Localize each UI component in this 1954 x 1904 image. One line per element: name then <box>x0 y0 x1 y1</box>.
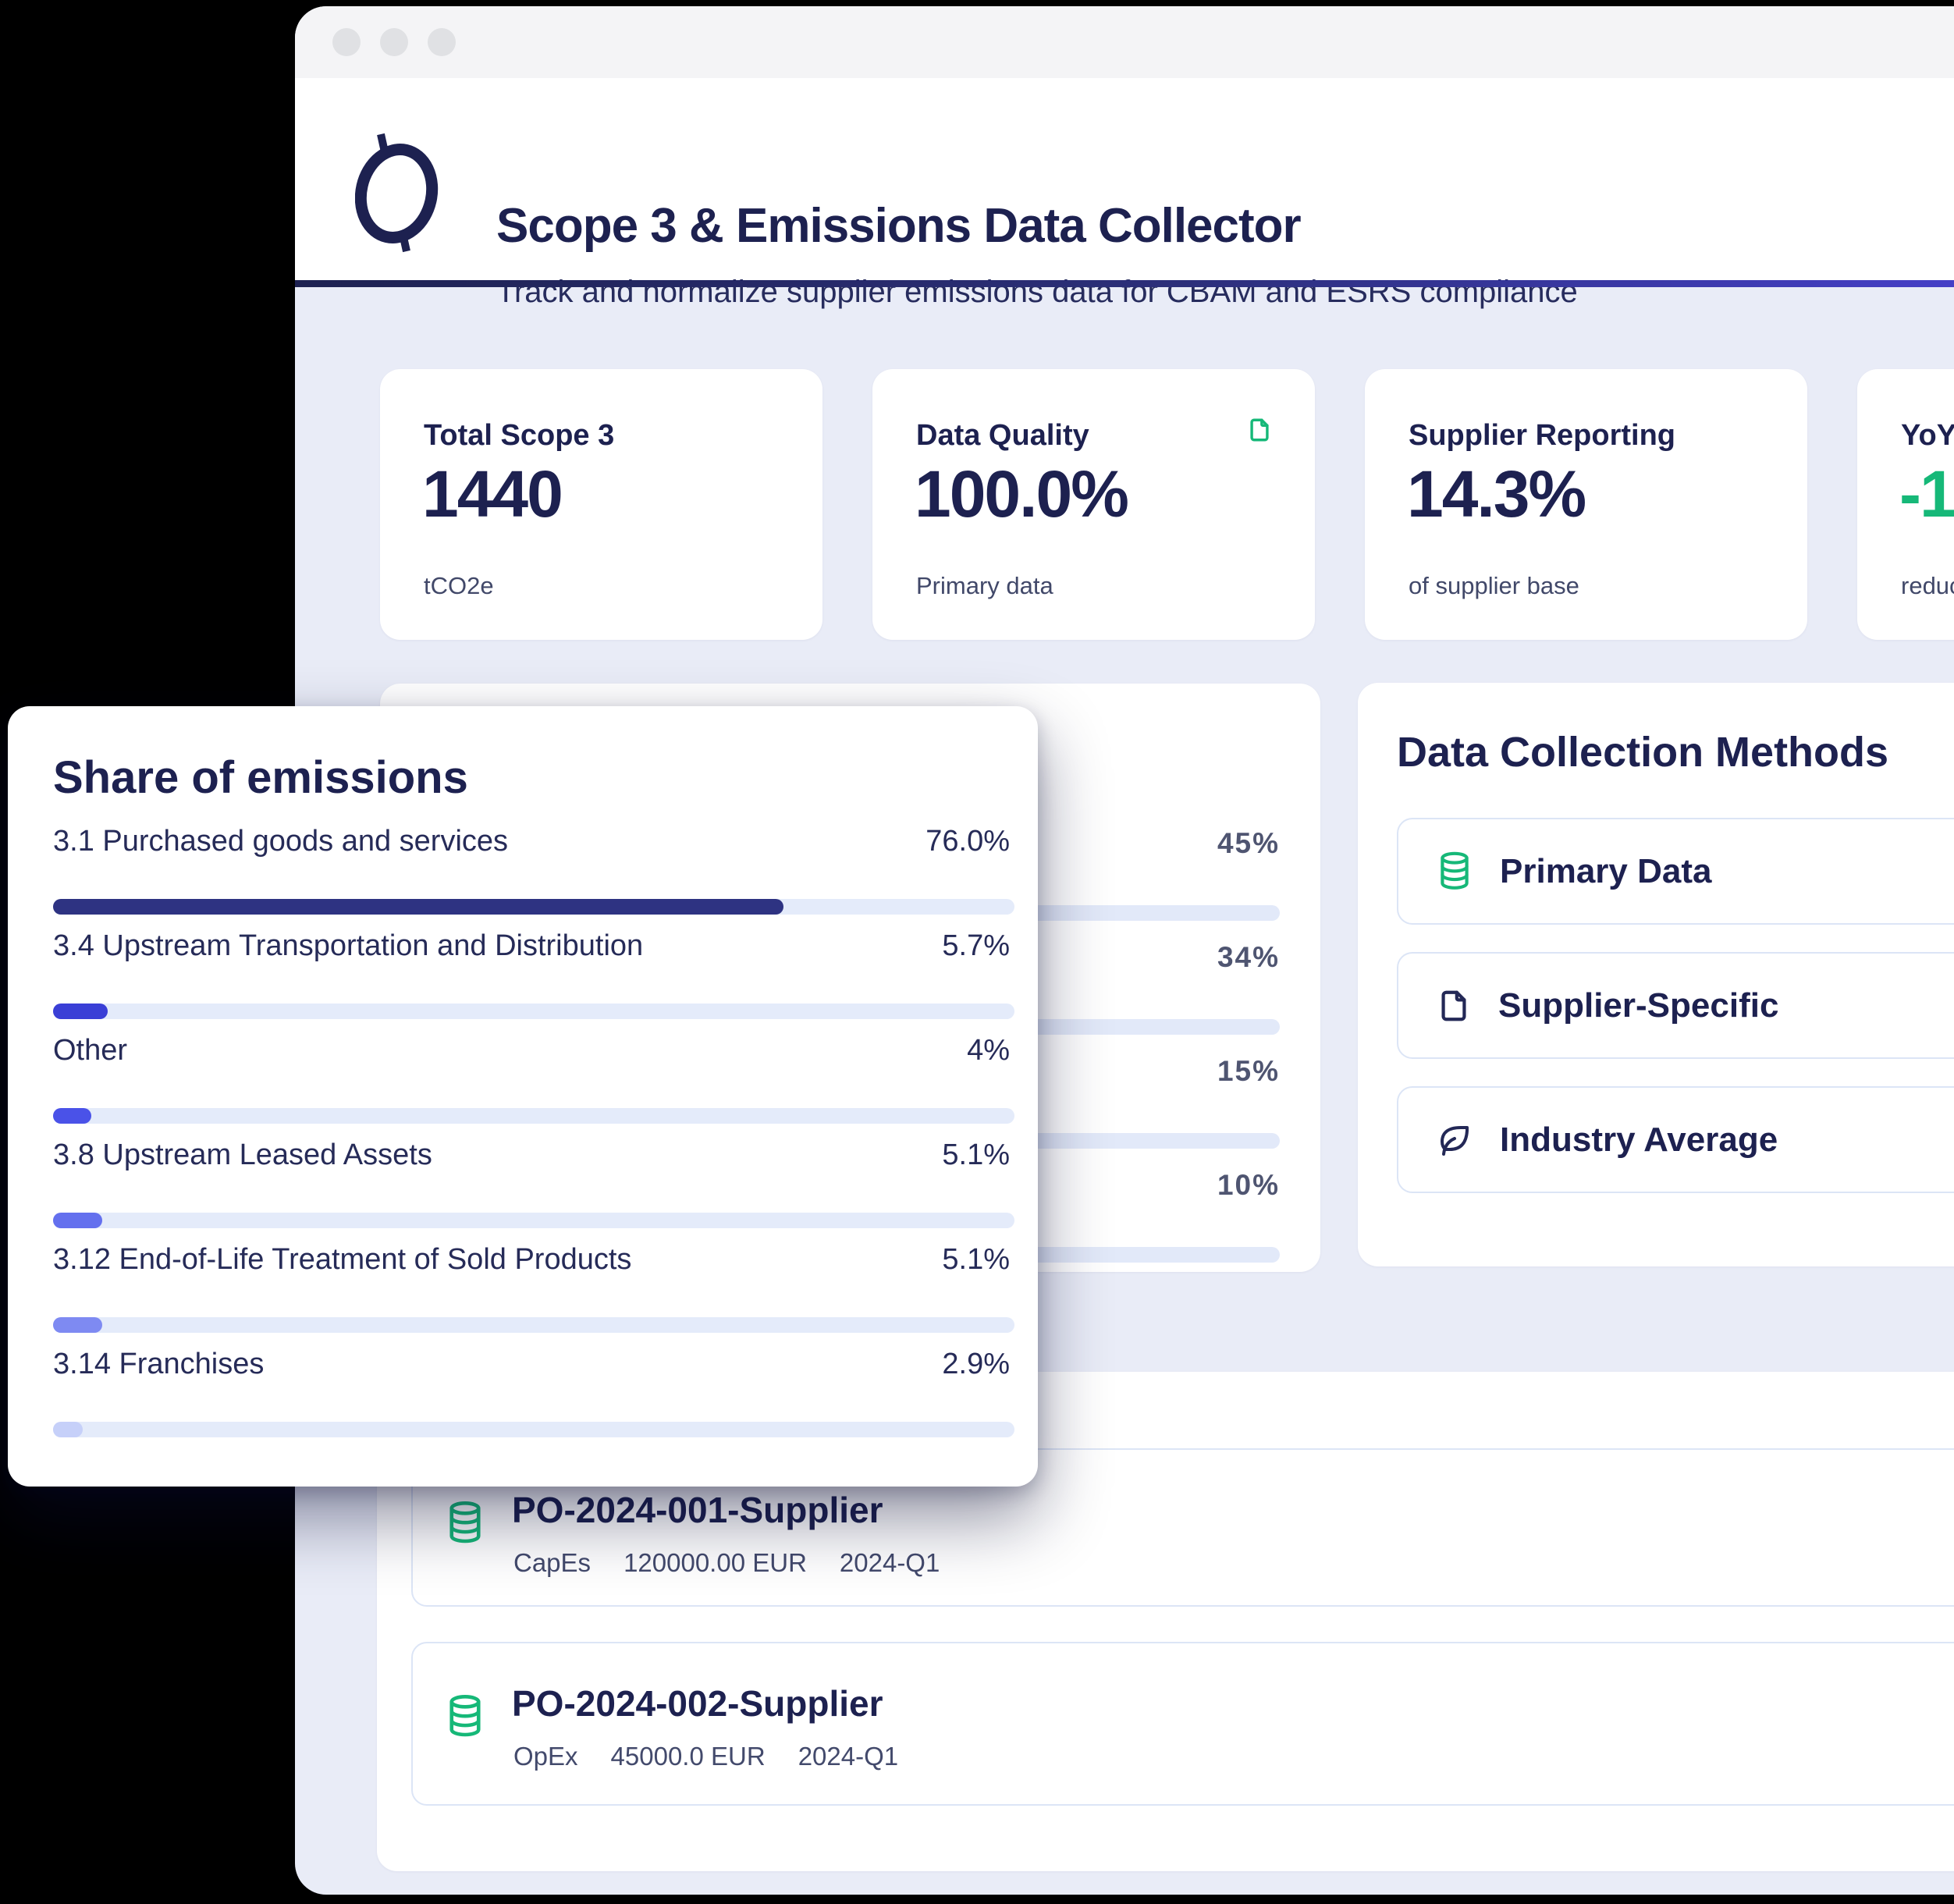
kpi-unit: Primary data <box>916 572 1053 600</box>
chart-percent-label: 34% <box>1217 941 1280 975</box>
kpi-card-yoy: YoY C -1 reduct <box>1857 369 1954 640</box>
database-icon <box>447 1692 483 1742</box>
method-label: Supplier-Specific <box>1498 986 1778 1025</box>
window-titlebar <box>295 6 1954 78</box>
upload-amount: 45000.0 EUR <box>611 1742 766 1771</box>
kpi-value: 14.3% <box>1407 456 1585 532</box>
method-label: Primary Data <box>1500 852 1711 891</box>
emission-bar <box>53 899 1014 915</box>
window-control-icon[interactable] <box>428 28 456 56</box>
method-label: Industry Average <box>1500 1121 1778 1160</box>
kpi-value: 100.0% <box>915 456 1128 532</box>
emission-bar <box>53 1108 1014 1124</box>
kpi-card-total-scope3: Total Scope 3 1440 tCO2e <box>380 369 822 640</box>
emission-bar <box>53 1422 1014 1437</box>
list-item-upload[interactable]: PO-2024-002-Supplier OpEx 45000.0 EUR 20… <box>411 1642 1954 1806</box>
emission-row-label: 3.1 Purchased goods and services <box>53 825 508 862</box>
upload-type: CapEs <box>513 1548 591 1578</box>
kpi-unit: tCO2e <box>424 572 494 600</box>
upload-name: PO-2024-002-Supplier <box>512 1682 883 1725</box>
kpi-title: Total Scope 3 <box>424 419 614 453</box>
database-icon <box>1436 851 1473 892</box>
kpi-title: Supplier Reporting <box>1409 419 1675 453</box>
emission-row-value: 2.9% <box>942 1348 1010 1385</box>
screenshot-stage: Scope 3 & Emissions Data Collector Track… <box>0 0 1954 1904</box>
upload-type: OpEx <box>513 1742 578 1771</box>
kpi-card-supplier-reporting: Supplier Reporting 14.3% of supplier bas… <box>1365 369 1807 640</box>
emission-bar <box>53 1213 1014 1228</box>
kpi-value: 1440 <box>422 456 562 532</box>
popover-title: Share of emissions <box>53 751 468 804</box>
database-icon <box>447 1498 483 1548</box>
share-of-emissions-popover: Share of emissions 3.1 Purchased goods a… <box>8 706 1038 1487</box>
file-icon <box>1246 413 1273 447</box>
emission-row-value: 5.7% <box>942 929 1010 967</box>
panel-title: Data Collection Methods <box>1397 728 1888 776</box>
chart-percent-label: 15% <box>1217 1055 1280 1089</box>
data-collection-methods-panel: Data Collection Methods Primary Data Sup… <box>1358 683 1954 1266</box>
kpi-title: YoY C <box>1901 419 1954 453</box>
leaf-icon <box>1436 1121 1473 1159</box>
emission-row-value: 5.1% <box>942 1138 1010 1176</box>
window-control-icon[interactable] <box>380 28 408 56</box>
method-item-supplier-specific[interactable]: Supplier-Specific <box>1397 952 1954 1059</box>
window-control-icon[interactable] <box>332 28 361 56</box>
kpi-unit: of supplier base <box>1409 572 1579 600</box>
kpi-card-data-quality: Data Quality 100.0% Primary data <box>872 369 1315 640</box>
app-header: Scope 3 & Emissions Data Collector Track… <box>295 78 1954 281</box>
emission-row-label: Other <box>53 1034 127 1071</box>
upload-period: 2024-Q1 <box>840 1548 940 1578</box>
emission-row-value: 5.1% <box>942 1243 1010 1281</box>
chart-percent-label: 10% <box>1217 1169 1280 1203</box>
upload-amount: 120000.00 EUR <box>624 1548 807 1578</box>
emission-row-label: 3.4 Upstream Transportation and Distribu… <box>53 929 643 967</box>
upload-name: PO-2024-001-Supplier <box>512 1489 883 1531</box>
emission-row-value: 76.0% <box>925 825 1010 862</box>
kpi-title: Data Quality <box>916 419 1089 453</box>
page-title: Scope 3 & Emissions Data Collector <box>496 200 1301 253</box>
method-item-primary-data[interactable]: Primary Data <box>1397 818 1954 925</box>
file-icon <box>1436 986 1472 1025</box>
emission-bar <box>53 1004 1014 1019</box>
header-accent-divider <box>295 280 1954 287</box>
kpi-value: -1 <box>1899 456 1954 532</box>
app-logo-icon <box>355 126 446 259</box>
emission-bar <box>53 1317 1014 1333</box>
kpi-unit: reduct <box>1901 572 1954 600</box>
chart-percent-label: 45% <box>1217 827 1280 861</box>
emission-row-value: 4% <box>967 1034 1010 1071</box>
emission-row-label: 3.8 Upstream Leased Assets <box>53 1138 432 1176</box>
upload-period: 2024-Q1 <box>798 1742 898 1771</box>
method-item-industry-average[interactable]: Industry Average <box>1397 1086 1954 1193</box>
emission-row-label: 3.14 Franchises <box>53 1348 264 1385</box>
emission-row-label: 3.12 End-of-Life Treatment of Sold Produ… <box>53 1243 631 1281</box>
